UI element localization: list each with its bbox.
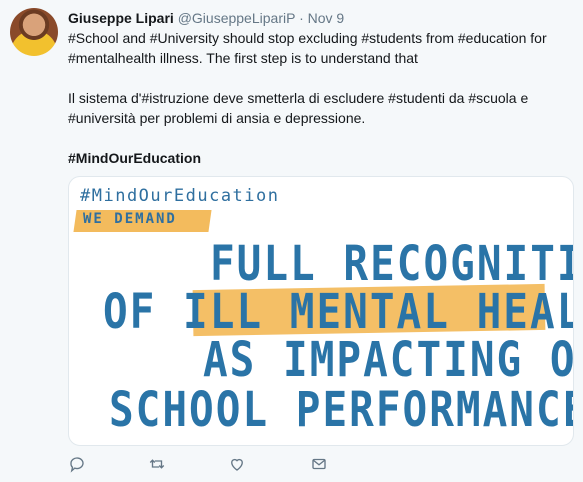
- tweet-header: Giuseppe Lipari @GiuseppeLipariP · Nov 9: [68, 9, 344, 27]
- tweet-line: #università per problemi di ansia e depr…: [68, 110, 366, 126]
- message-icon: [312, 458, 326, 470]
- tweet-text: #School and #University should stop excl…: [68, 28, 573, 168]
- tweet[interactable]: Giuseppe Lipari @GiuseppeLipariP · Nov 9…: [0, 0, 583, 482]
- tweet-actions: [68, 455, 368, 479]
- reply-icon: [70, 457, 84, 473]
- card-line: SCHOOL PERFORMANCE: [109, 381, 574, 438]
- retweet-icon: [149, 459, 165, 469]
- tweet-line: Il sistema d'#istruzione deve smetterla …: [68, 90, 529, 106]
- avatar[interactable]: [10, 8, 58, 56]
- tweet-date[interactable]: Nov 9: [308, 10, 345, 26]
- tweet-line: #School and #University should stop excl…: [68, 30, 547, 46]
- card-line: AS IMPACTING ON: [203, 331, 574, 388]
- like-icon: [231, 458, 243, 471]
- message-button[interactable]: [310, 455, 334, 479]
- retweet-button[interactable]: [148, 455, 172, 479]
- tweet-hashtag-line[interactable]: #MindOurEducation: [68, 148, 573, 168]
- like-button[interactable]: [228, 455, 252, 479]
- tweet-line: #mentalhealth illness. The first step is…: [68, 50, 418, 66]
- author-name[interactable]: Giuseppe Lipari: [68, 10, 174, 26]
- card-hashtag: #MindOurEducation: [80, 186, 280, 206]
- reply-button[interactable]: [68, 455, 92, 479]
- separator: ·: [299, 10, 304, 26]
- media-card[interactable]: #MindOurEducation WE DEMAND FULL RECOGNI…: [68, 176, 574, 446]
- author-handle[interactable]: @GiuseppeLipariP: [178, 10, 295, 26]
- card-we-demand: WE DEMAND: [83, 211, 177, 227]
